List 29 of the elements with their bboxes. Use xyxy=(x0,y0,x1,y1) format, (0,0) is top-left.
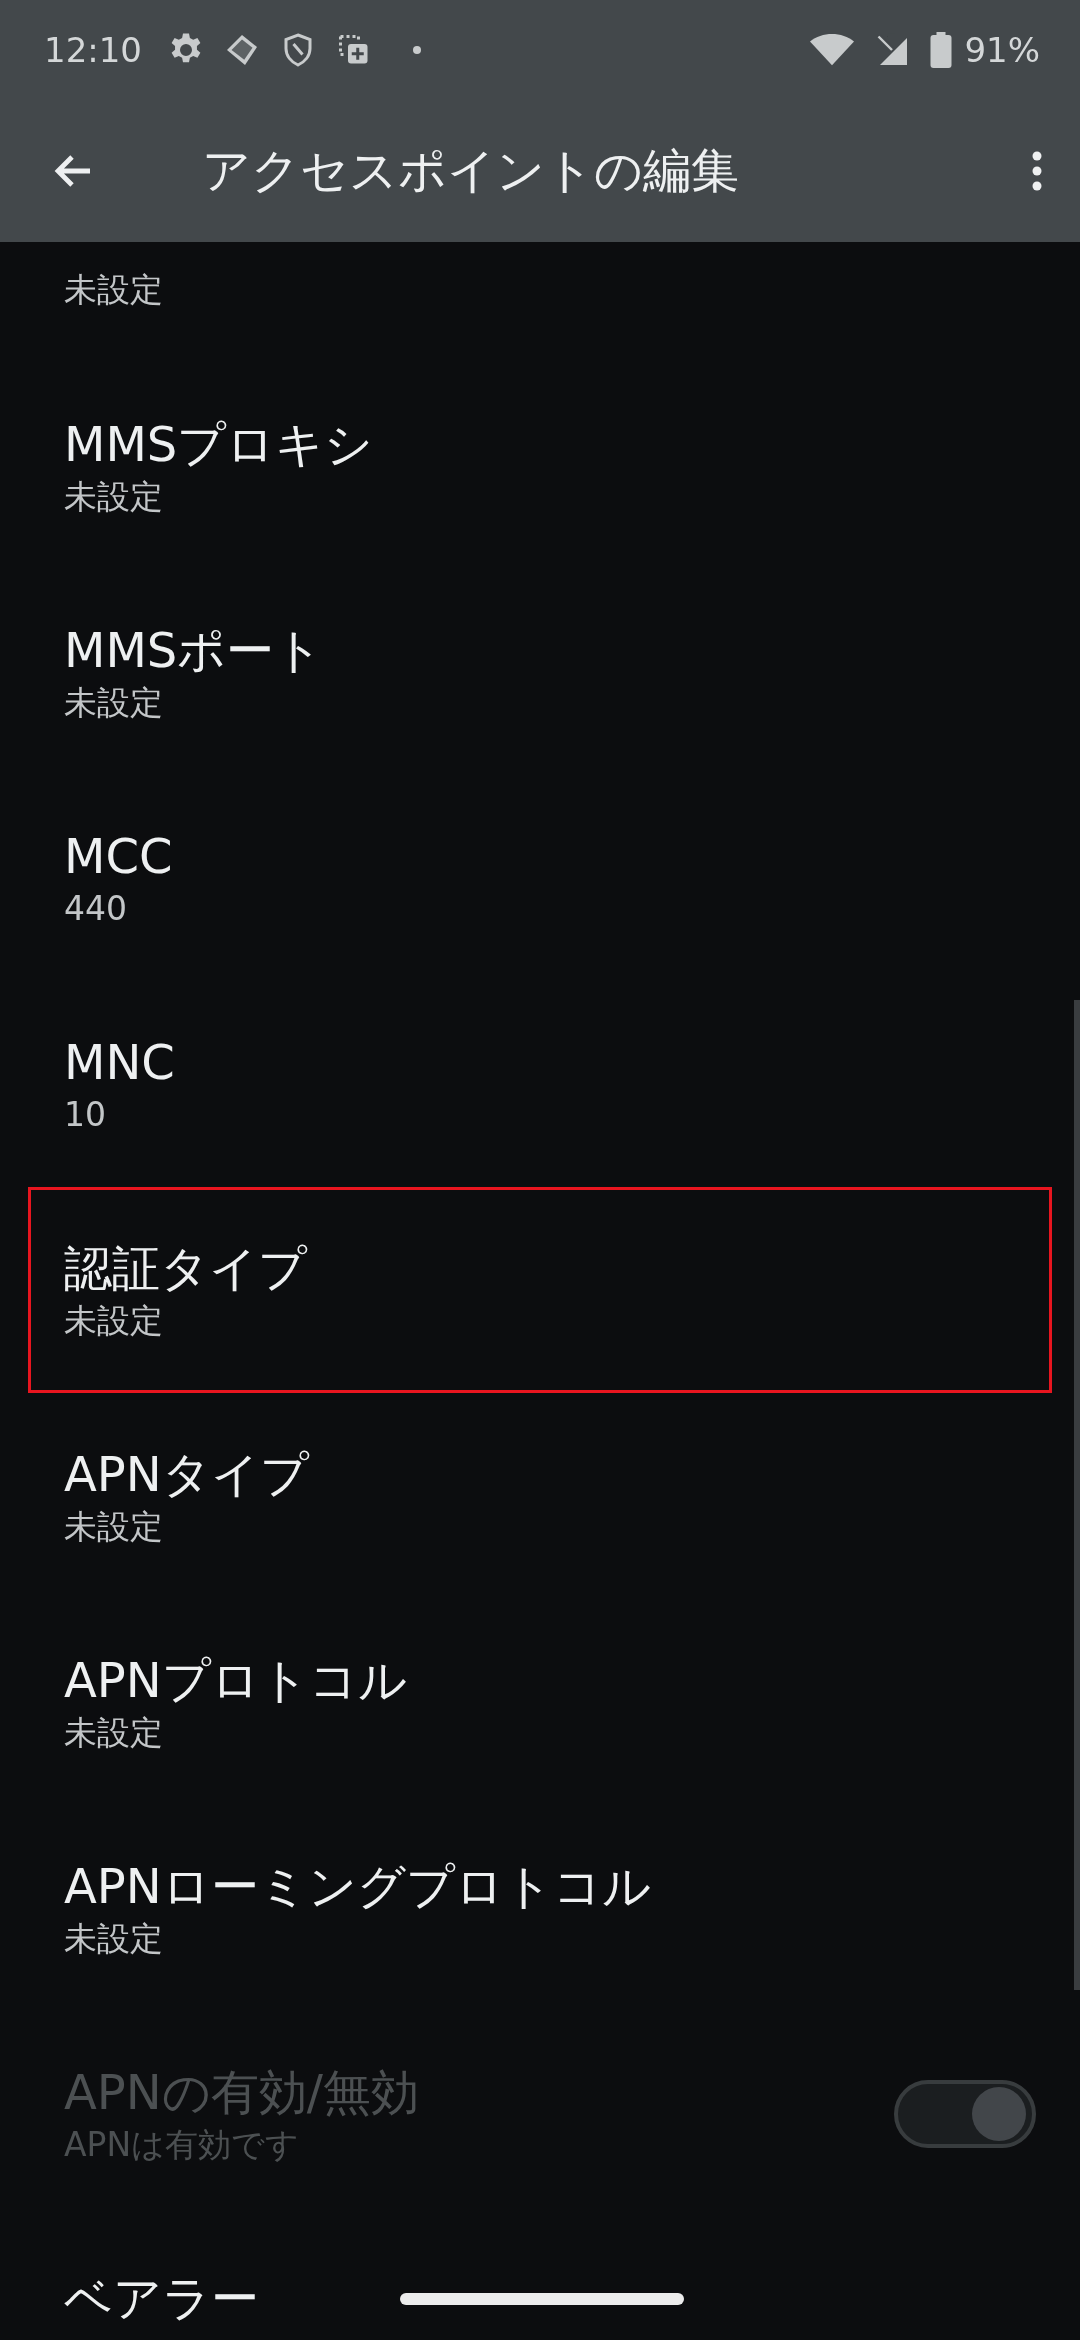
setting-value: 未設定 xyxy=(64,682,163,724)
battery-percent: 91% xyxy=(964,30,1040,70)
highlighted-setting-row[interactable]: 認証タイプ 未設定 xyxy=(28,1187,1052,1393)
setting-value: 未設定 xyxy=(64,269,163,311)
setting-title: MMSプロキシ xyxy=(64,415,374,474)
setting-value: 未設定 xyxy=(64,1506,163,1548)
setting-title: APNプロトコル xyxy=(64,1651,407,1710)
setting-value: APNは有効です xyxy=(64,2124,300,2166)
setting-value: 440 xyxy=(64,888,127,930)
notification-dot-icon xyxy=(412,45,422,55)
setting-value: 10 xyxy=(64,1094,106,1136)
home-handle[interactable] xyxy=(400,2293,684,2305)
setting-title: APNタイプ xyxy=(64,1445,309,1504)
setting-value: 未設定 xyxy=(64,1918,163,1960)
battery-icon xyxy=(930,32,953,68)
setting-value: 未設定 xyxy=(64,1712,163,1754)
setting-value: 未設定 xyxy=(64,1300,163,1342)
setting-title: APNローミングプロトコル xyxy=(64,1857,651,1916)
setting-title: MCC xyxy=(64,827,173,886)
more-options-icon[interactable] xyxy=(1032,149,1042,193)
setting-title: ベアラー xyxy=(64,2269,259,2328)
setting-value: 未設定 xyxy=(64,476,163,518)
setting-title: APNの有効/無効 xyxy=(64,2063,419,2122)
app-bar-title: アクセスポイントの編集 xyxy=(202,141,740,200)
setting-title: MMSポート xyxy=(64,621,324,680)
wifi-icon xyxy=(810,32,855,68)
setting-title: 認証タイプ xyxy=(64,1239,307,1298)
status-time: 12:10 xyxy=(44,30,142,70)
setting-title: MNC xyxy=(64,1033,175,1092)
